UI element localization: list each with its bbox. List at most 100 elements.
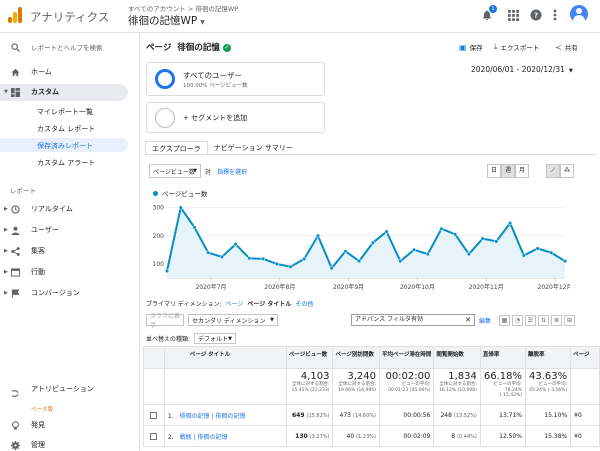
property-selector[interactable]: 徘徊の記憶WP ▼	[128, 13, 205, 28]
comparison-view-icon[interactable]: ⇅	[538, 315, 549, 326]
sidebar-subitem-saved-reports[interactable]: 保存済みレポート	[37, 141, 93, 151]
row-title-link[interactable]: 戦瓶 | 徘徊の記憶	[180, 434, 228, 441]
caret-right-icon: ▶	[4, 206, 8, 212]
sidebar-subitem-my-reports[interactable]: マイレポート一覧	[37, 107, 93, 117]
sidebar-item-admin[interactable]: 管理	[0, 437, 140, 451]
page-title: ページ 徘徊の記憶 ✓	[146, 41, 231, 53]
avatar[interactable]	[570, 5, 588, 23]
caret-right-icon: ▶	[4, 269, 8, 275]
secondary-dimension-selector[interactable]: セカンダリ ディメンション ▼	[188, 314, 278, 326]
sidebar-item-acquisition[interactable]: ▶ 集客	[0, 243, 140, 259]
performance-view-icon[interactable]: ☰	[525, 315, 536, 326]
granularity-day-button[interactable]: 日	[487, 164, 501, 178]
table-filter-input[interactable]: アドバンス フィルタ有効 ✕	[351, 314, 475, 326]
notifications-button[interactable]: 1	[479, 5, 497, 23]
sidebar-item-attribution[interactable]: アトリビューション	[0, 383, 140, 403]
sidebar-subitem-custom-reports[interactable]: カスタム レポート	[37, 124, 95, 134]
more-options-button[interactable]	[547, 7, 563, 23]
column-header-page-title[interactable]: ページ タイトル	[163, 346, 287, 369]
sidebar-item-discover[interactable]: 発見	[0, 417, 140, 433]
unique-pageviews-value: 40	[346, 432, 355, 440]
dimension-other-link[interactable]: その他	[295, 299, 313, 308]
plot-rows-button[interactable]: グラフに表示	[146, 313, 184, 329]
sort-type-selector[interactable]: デフォルト ▼	[194, 333, 237, 344]
row-pageviews: 130 (3.17%)	[285, 425, 334, 447]
attribution-icon	[10, 388, 20, 398]
save-button[interactable]: ▣ 保存	[459, 42, 483, 53]
term-cloud-view-icon[interactable]: ≣	[551, 315, 562, 326]
vs-label: 対	[205, 169, 212, 176]
row-checkbox[interactable]	[150, 411, 158, 419]
totals-cell: 1,834 全体に対する割合: 16.12% (10,008)	[433, 368, 481, 405]
sidebar-item-realtime[interactable]: ▶ リアルタイム	[0, 201, 140, 217]
motion-chart-icon[interactable]: ⁂	[560, 164, 574, 178]
entrances-value: 8	[451, 432, 456, 440]
entrances-value: 248	[440, 411, 452, 419]
column-header-avg-time[interactable]: 平均ページ滞在時間	[378, 346, 435, 369]
sidebar-item-label: 管理	[31, 441, 45, 449]
column-header-label: ページ タイトル	[189, 352, 231, 358]
apps-button[interactable]	[505, 7, 521, 23]
segment-all-users[interactable]: すべてのユーザー 100.00% ページビュー数	[146, 62, 325, 96]
export-button[interactable]: ⤓ エクスポート	[494, 42, 539, 52]
close-icon[interactable]: ✕	[465, 315, 471, 325]
column-header-bounce-rate[interactable]: 直帰率	[479, 346, 527, 369]
data-point	[274, 261, 279, 266]
sidebar: レポートとヘルプを検索 ホーム ▼ カスタム マイレポート一覧 カスタム レポー…	[0, 33, 140, 451]
sidebar-item-label: アトリビューション	[31, 385, 94, 393]
percent-view-icon[interactable]: ◔	[512, 315, 523, 326]
sidebar-item-behavior[interactable]: ▶ 行動	[0, 264, 140, 280]
totals-empty-cell	[163, 368, 287, 405]
pageviews-pct: (3.17%)	[309, 433, 330, 440]
line-chart-icon[interactable]: ⟋	[546, 164, 560, 178]
row-checkbox[interactable]	[150, 432, 158, 440]
analytics-logo-icon[interactable]	[8, 7, 22, 23]
sidebar-item-label: ユーザー	[31, 226, 59, 234]
chart-legend: ページビュー数	[153, 188, 207, 198]
x-tick-label: 2020年7月	[195, 283, 226, 291]
edit-filter-link[interactable]: 編集	[479, 316, 491, 325]
totals-cell: 43.63% ビューの平均: 45.24% (-3.56%)	[525, 368, 572, 405]
sidebar-subitem-custom-alerts[interactable]: カスタム アラート	[37, 158, 95, 168]
person-icon	[10, 225, 20, 235]
granularity-week-button[interactable]: 週	[501, 164, 515, 178]
select-metric-link[interactable]: 指標を選択	[217, 167, 247, 176]
sidebar-search[interactable]: レポートとヘルプを検索	[0, 39, 140, 55]
sidebar-item-label: リアルタイム	[31, 205, 73, 213]
report-section-heading: レポート	[10, 187, 36, 195]
share-button[interactable]: ≺ 共有	[555, 42, 578, 53]
row-avg-time: 00:02:09	[378, 425, 435, 447]
pivot-view-icon[interactable]: ⊞	[564, 315, 575, 326]
table-row[interactable]: 2. 戦瓶 | 徘徊の記憶 130 (3.17%) 40 (1.23%) 00:02:…	[143, 425, 600, 447]
sidebar-item-conversions[interactable]: ▶ コンバージョン	[0, 285, 140, 301]
svg-text:?: ?	[534, 12, 538, 20]
download-icon: ⤓	[494, 42, 498, 51]
help-button[interactable]: ?	[528, 7, 544, 23]
column-header-exit-rate[interactable]: 離脱率	[525, 346, 572, 369]
granularity-month-button[interactable]: 月	[515, 164, 529, 178]
sidebar-item-custom[interactable]: ▼ カスタム	[0, 84, 140, 100]
add-segment-button[interactable]: + セグメントを追加	[146, 102, 325, 133]
breadcrumb[interactable]: すべてのアカウント > 徘徊の記憶WP	[128, 3, 238, 13]
column-header-unique-pageviews[interactable]: ページ別訪問数	[332, 346, 380, 369]
date-range-picker[interactable]: 2020/06/01 - 2020/12/31 ▼	[471, 65, 573, 74]
column-header-label: ページ別訪問数	[335, 352, 374, 358]
metric-selector[interactable]: ページビュー数 ▼	[149, 164, 201, 178]
dimension-page-link[interactable]: ページ	[226, 299, 244, 308]
lightbulb-icon	[10, 420, 20, 430]
unique-pageviews-value: 473	[339, 411, 351, 419]
table-view-icon[interactable]: ▦	[499, 315, 510, 326]
series-dot-icon	[153, 190, 158, 196]
column-header-page-value[interactable]: ページ	[570, 346, 600, 369]
row-title-link[interactable]: 徘徊の記憶 | 徘徊の記憶	[180, 413, 246, 420]
dimension-page-title[interactable]: ページ タイトル	[247, 299, 291, 308]
column-header-pageviews[interactable]: ページビュー数	[285, 346, 334, 369]
sidebar-item-users[interactable]: ▶ ユーザー	[0, 222, 140, 238]
granularity-switch: 日 週 月	[487, 164, 529, 178]
sidebar-item-label: 集客	[31, 247, 45, 255]
column-header-entrances[interactable]: 閲覧開始数	[433, 346, 481, 369]
table-row[interactable]: 1. 徘徊の記憶 | 徘徊の記憶 649 (15.82%) 473 (14.60%) …	[143, 404, 600, 426]
tab-explorer[interactable]: エクスプローラ	[145, 141, 208, 155]
tab-navigation-summary[interactable]: ナビゲーション サマリー	[208, 141, 299, 155]
sidebar-item-home[interactable]: ホーム	[0, 64, 140, 80]
